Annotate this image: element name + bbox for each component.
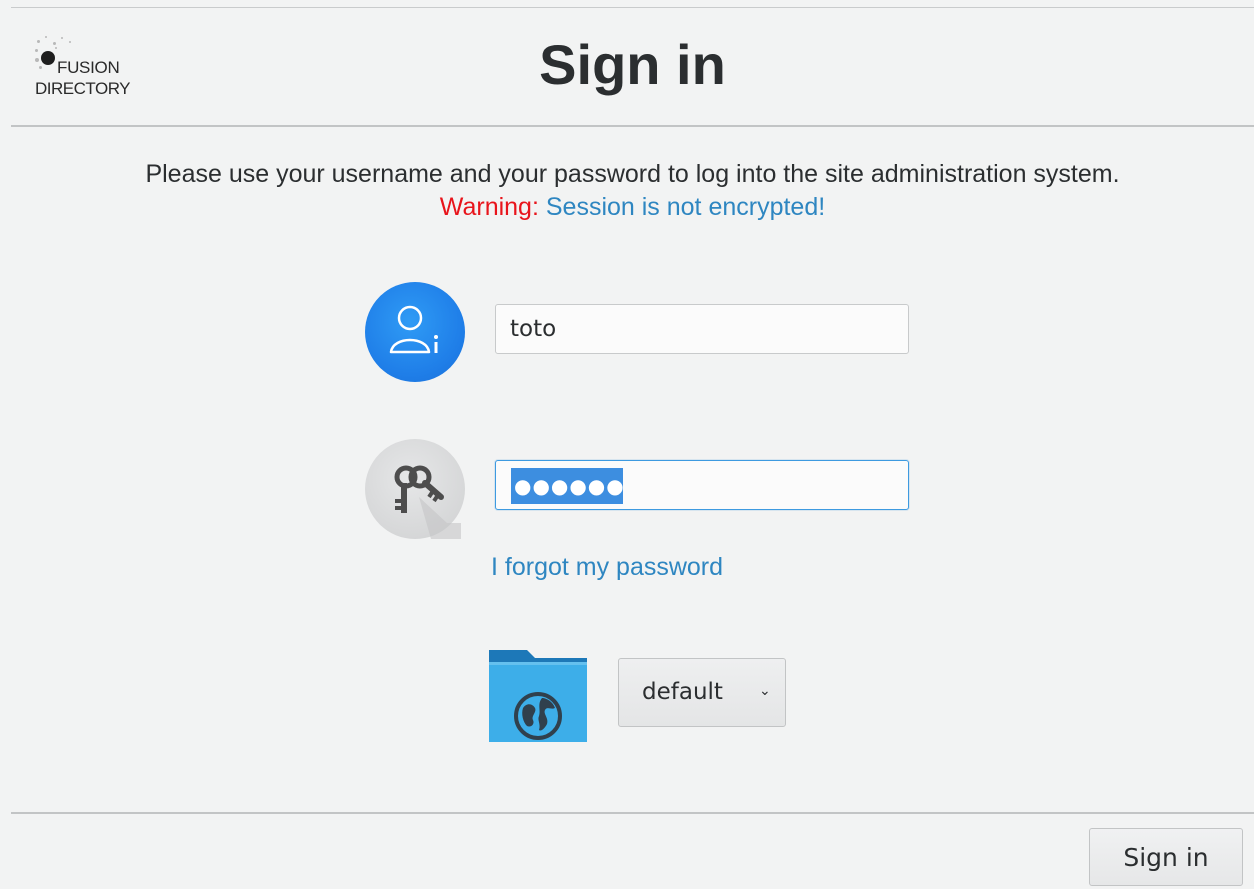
user-icon (365, 282, 465, 382)
keys-icon (365, 439, 465, 539)
password-mask: ●●●●●● (514, 474, 625, 498)
folder-globe-icon (487, 648, 589, 744)
encryption-warning: Warning: Session is not encrypted! (11, 191, 1254, 224)
forgot-password-link[interactable]: I forgot my password (491, 553, 723, 582)
intro-message: Please use your username and your passwo… (145, 160, 1120, 188)
directory-select-value: default (642, 679, 723, 705)
login-dialog: FUSION DIRECTORY Sign in Please use your… (11, 7, 1254, 887)
directory-select[interactable]: default ⌄ (618, 658, 786, 727)
chevron-down-icon: ⌄ (759, 683, 771, 699)
page-title: Sign in (539, 33, 726, 96)
warning-label: Warning: (439, 193, 539, 221)
warning-text: Session is not encrypted! (545, 193, 826, 221)
footer: Sign in (11, 812, 1254, 889)
sign-in-button[interactable]: Sign in (1089, 828, 1243, 886)
header: FUSION DIRECTORY Sign in (11, 8, 1254, 127)
username-input[interactable] (495, 304, 909, 354)
